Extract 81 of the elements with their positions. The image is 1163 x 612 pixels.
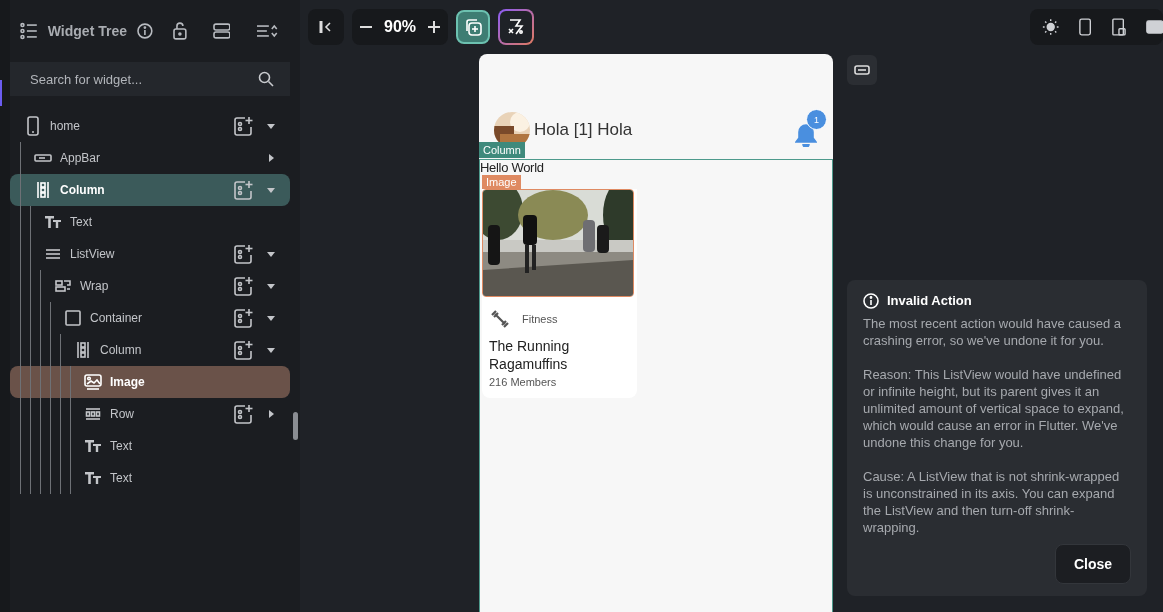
tablet-icon[interactable] [1111, 17, 1126, 37]
resize-icon [854, 65, 870, 75]
add-widget-icon[interactable] [234, 404, 254, 424]
tree-item-label: Row [110, 407, 135, 421]
text-icon [45, 216, 61, 228]
dialog-message: Reason: This ListView would have undefined or infinite height, but its parent gives it an unlimited amount of vertical space to expand, which would cause an error in Flutter. We've undone this change for you. [863, 366, 1125, 451]
info-icon [863, 292, 879, 309]
caret-right-icon[interactable] [268, 410, 274, 418]
tree-item-label: Wrap [80, 279, 110, 293]
caret-down-icon[interactable] [267, 123, 275, 129]
add-widget-icon[interactable] [234, 308, 254, 328]
dialog-message: The most recent action would have caused a crashing error, so we've undone it for you. [863, 315, 1122, 349]
layers-icon[interactable] [212, 23, 231, 39]
dialog-message: Cause: A ListView that is not shrink-wrapped is unconstrained in its axis. You can expand the ListView and then turn-off shrink-wrapping. [863, 468, 1121, 536]
search-field[interactable]: Search for widget... [10, 62, 290, 96]
column-icon [77, 341, 89, 359]
tree-item[interactable]: Column [10, 174, 290, 206]
text-icon [85, 472, 101, 484]
collapse-icon [319, 20, 333, 34]
tree-item-label: Column [100, 343, 143, 357]
image-icon [84, 374, 102, 390]
text-icon [85, 440, 101, 452]
caret-down-icon[interactable] [267, 347, 275, 353]
tree-item[interactable]: home [10, 110, 290, 142]
tree-item-label: Column [60, 183, 106, 197]
resize-button[interactable] [847, 55, 877, 85]
zoom-level: 90% [384, 18, 417, 36]
group-card[interactable]: Fitness The Running Ragamuffins 216 Members [482, 189, 637, 398]
collapse-panel-button[interactable] [308, 9, 344, 45]
notification-badge: 1 [806, 109, 827, 130]
tree-item-label: Text [110, 471, 133, 485]
caret-right-icon[interactable] [268, 154, 274, 162]
info-icon[interactable] [137, 23, 153, 39]
column-icon [37, 181, 49, 199]
row-icon [85, 408, 101, 420]
tree-item-label: Text [70, 215, 93, 229]
hello-text: Hello World [480, 160, 545, 175]
scrollbar-thumb[interactable] [292, 412, 298, 440]
column-tag: Column [479, 142, 525, 158]
tree-item-label: AppBar [60, 151, 102, 165]
phone-icon [27, 116, 39, 136]
image-tag: Image [482, 175, 521, 189]
appbar-icon [34, 153, 52, 163]
add-widget-icon[interactable] [234, 244, 254, 264]
active-indicator [0, 80, 2, 106]
close-button[interactable]: Close [1055, 544, 1131, 584]
caret-down-icon[interactable] [267, 315, 275, 321]
add-widget-icon[interactable] [234, 180, 254, 200]
ai-tool-button[interactable] [498, 9, 535, 45]
sort-icon[interactable] [256, 24, 278, 38]
bell-icon[interactable] [795, 123, 817, 147]
plus-icon[interactable] [428, 21, 441, 33]
tree-item[interactable]: Image [10, 366, 290, 398]
caret-down-icon[interactable] [267, 283, 275, 289]
search-icon[interactable] [258, 71, 274, 87]
wrap-icon [55, 280, 71, 292]
tree-item-label: home [50, 119, 82, 133]
app-bar-title: Hola [1] Hola [534, 120, 634, 140]
add-widget-button[interactable] [456, 10, 491, 44]
tree-item-label: Image [110, 375, 146, 389]
add-widget-icon[interactable] [234, 116, 254, 136]
panel-title: Widget Tree [47, 23, 127, 39]
phone-icon[interactable] [1079, 17, 1092, 37]
copy-plus-icon [464, 18, 483, 36]
tree-item-label: ListView [70, 247, 116, 261]
tree-item-label: Container [90, 311, 144, 325]
category-label: Fitness [522, 313, 558, 325]
dumbbell-icon [490, 309, 510, 329]
list-icon [45, 248, 61, 260]
tree-item-label: Text [110, 439, 133, 453]
caret-down-icon[interactable] [267, 251, 275, 257]
member-count: 216 Members [488, 375, 558, 388]
tree-list-icon [20, 22, 38, 40]
card-title: The Running Ragamuffins [488, 337, 571, 373]
add-widget-icon[interactable] [234, 340, 254, 360]
caret-down-icon[interactable] [267, 187, 275, 193]
lock-icon[interactable] [172, 22, 187, 40]
dialog-title: Invalid Action [887, 292, 972, 309]
sun-icon[interactable] [1042, 17, 1060, 37]
square-icon [65, 310, 81, 326]
add-widget-icon[interactable] [234, 276, 254, 296]
